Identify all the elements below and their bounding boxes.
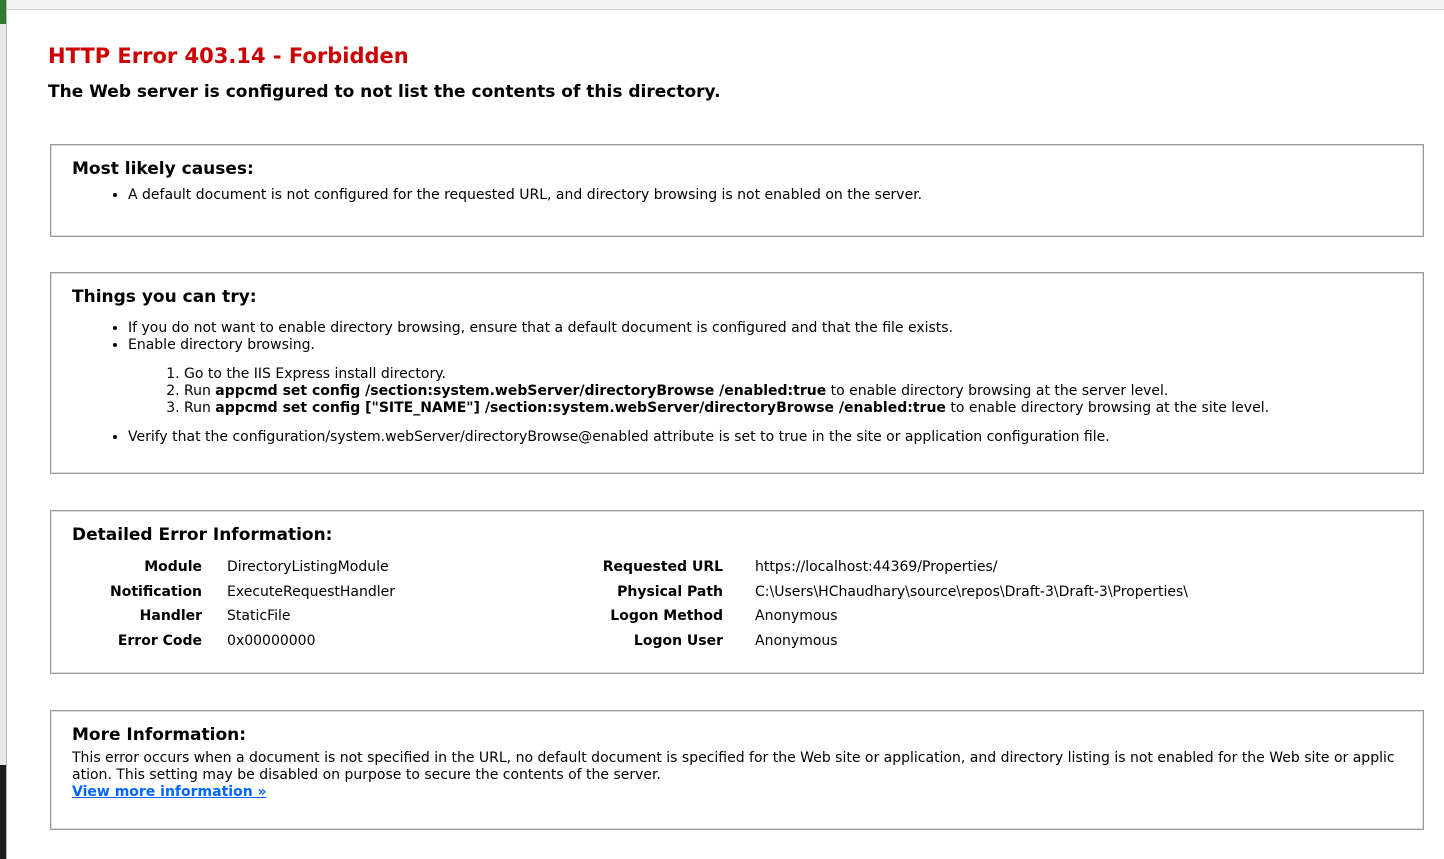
try-item-text: Enable directory browsing. xyxy=(128,337,315,353)
try-heading: Things you can try: xyxy=(72,287,257,307)
view-more-information-link[interactable]: View more information » xyxy=(72,784,267,800)
step-item: Go to the IIS Express install directory. xyxy=(184,366,1402,383)
try-item: If you do not want to enable directory b… xyxy=(128,320,1402,337)
step-item: Run appcmd set config /section:system.we… xyxy=(184,383,1402,400)
table-row: Error Code 0x00000000 Logon User Anonymous xyxy=(117,632,838,649)
cause-item: A default document is not configured for… xyxy=(128,187,1402,204)
step-item: Run appcmd set config ["SITE_NAME"] /sec… xyxy=(184,400,1402,417)
more-info-text: This error occurs when a document is not… xyxy=(72,750,1395,783)
try-item: Enable directory browsing. Go to the IIS… xyxy=(128,337,1402,417)
details-panel: Detailed Error Information: Module Direct… xyxy=(50,510,1424,674)
table-row: Handler StaticFile Logon Method Anonymous xyxy=(139,608,838,625)
causes-panel: Most likely causes: A default document i… xyxy=(50,144,1424,237)
more-info-panel: More Information: This error occurs when… xyxy=(50,710,1424,830)
table-row: Module DirectoryListingModule Requested UR… xyxy=(144,559,998,576)
more-info-heading: More Information: xyxy=(72,725,247,745)
command: appcmd set config /section:system.webSer… xyxy=(215,383,827,399)
details-table: Module DirectoryListingModule Requested UR… xyxy=(110,555,1188,653)
left-window-edge xyxy=(0,0,7,859)
details-heading: Detailed Error Information: xyxy=(72,525,333,545)
error-subtitle: The Web server is configured to not list… xyxy=(48,82,721,102)
error-title: HTTP Error 403.14 - Forbidden xyxy=(48,44,409,68)
table-row: Notification ExecuteRequestHandler Physica… xyxy=(110,583,1189,600)
command: appcmd set config ["SITE_NAME"] /section… xyxy=(215,400,946,416)
try-panel: Things you can try: If you do not want t… xyxy=(50,272,1424,474)
try-item: Verify that the configuration/system.web… xyxy=(128,429,1402,446)
browser-top-edge xyxy=(7,0,1444,10)
causes-heading: Most likely causes: xyxy=(72,159,254,179)
